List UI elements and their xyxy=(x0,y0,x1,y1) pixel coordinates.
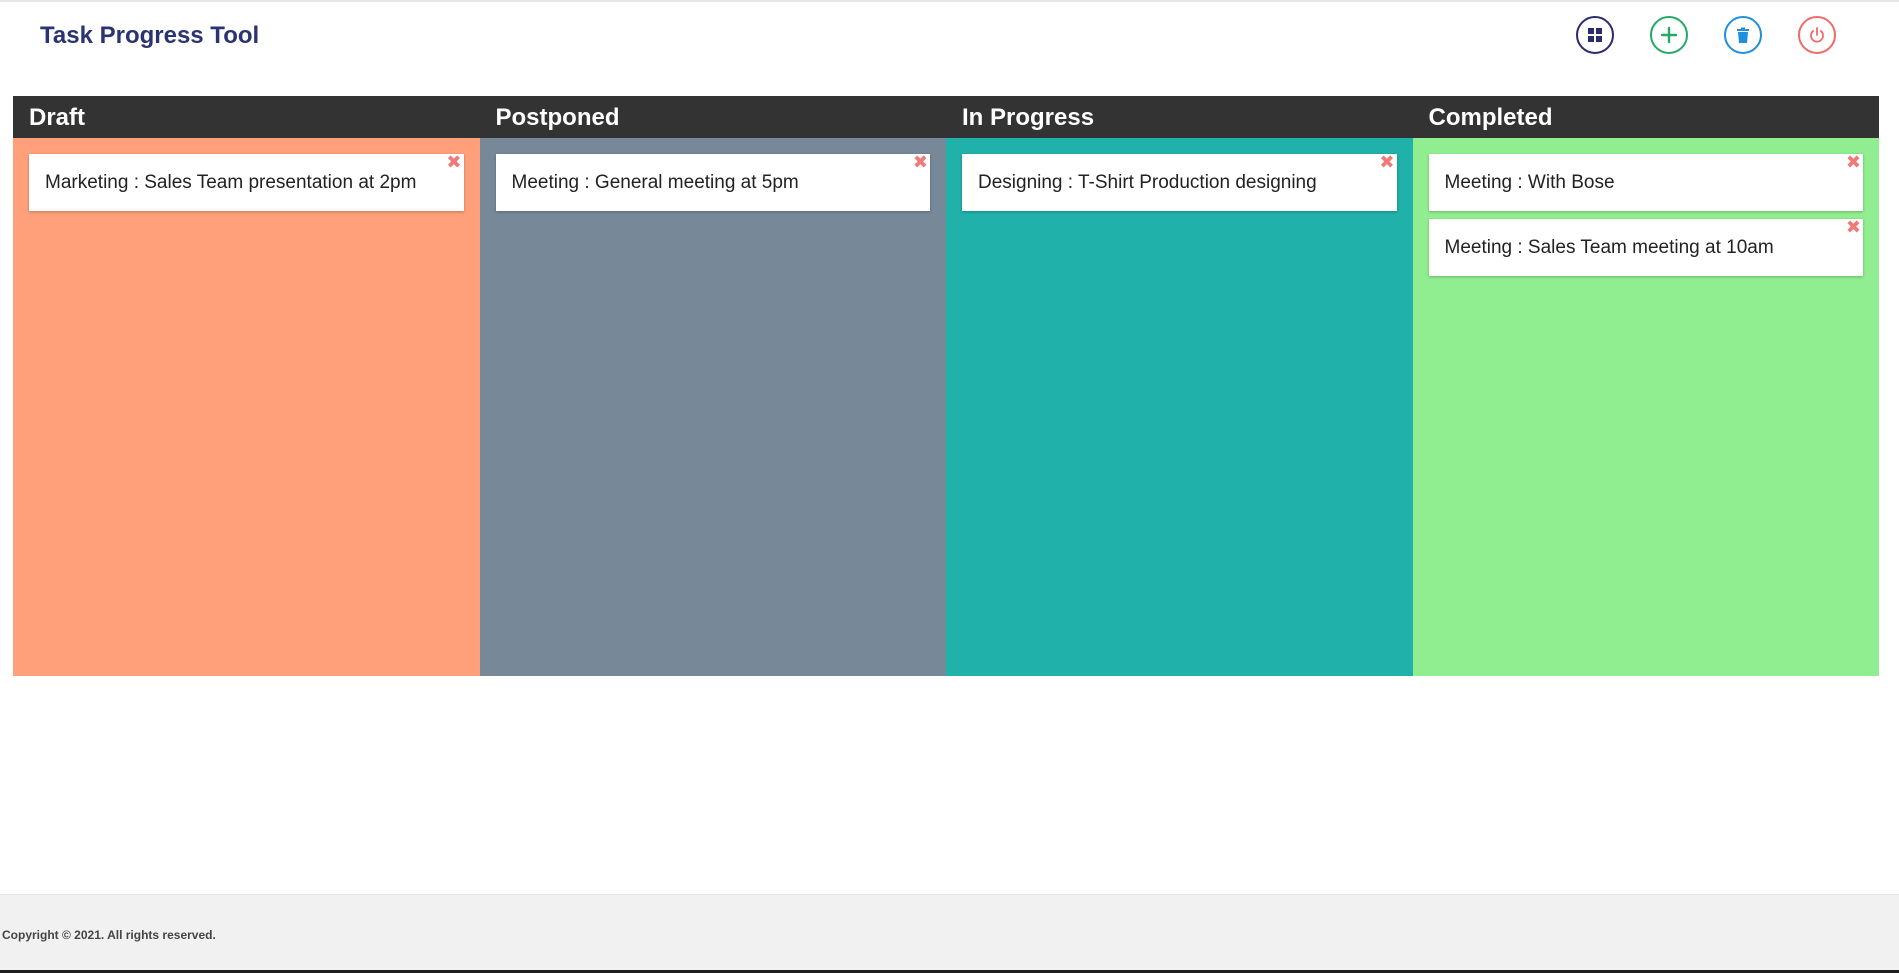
column-header: In Progress xyxy=(946,96,1413,138)
plus-icon xyxy=(1660,26,1678,44)
grid-icon xyxy=(1588,28,1602,42)
dashboard-button[interactable] xyxy=(1576,16,1614,54)
task-card-text: Marketing : Sales Team presentation at 2… xyxy=(45,171,417,193)
delete-button[interactable] xyxy=(1724,16,1762,54)
close-icon[interactable]: ✖ xyxy=(913,152,928,172)
task-card[interactable]: Marketing : Sales Team presentation at 2… xyxy=(29,152,464,211)
task-card[interactable]: Meeting : With Bose ✖ xyxy=(1428,152,1863,211)
column-postponed: Postponed Meeting : General meeting at 5p… xyxy=(479,96,946,676)
task-card[interactable]: Designing : T-Shirt Production designing… xyxy=(962,152,1397,211)
add-task-button[interactable] xyxy=(1650,16,1688,54)
close-icon[interactable]: ✖ xyxy=(446,152,461,172)
close-icon[interactable]: ✖ xyxy=(1846,152,1861,172)
column-header: Completed xyxy=(1412,96,1879,138)
column-draft: Draft Marketing : Sales Team presentation… xyxy=(13,96,480,676)
close-icon[interactable]: ✖ xyxy=(1846,217,1861,237)
task-card-text: Meeting : Sales Team meeting at 10am xyxy=(1444,236,1774,258)
column-body: Meeting : With Bose ✖ Meeting : Sales Team… xyxy=(1412,138,1879,676)
power-icon xyxy=(1810,27,1824,43)
task-card-text: Designing : T-Shirt Production designing xyxy=(978,171,1317,193)
column-body: Meeting : General meeting at 5pm ✖ xyxy=(479,138,946,676)
trash-icon xyxy=(1737,27,1749,43)
task-card[interactable]: Meeting : General meeting at 5pm ✖ xyxy=(495,152,930,211)
task-card-text: Meeting : With Bose xyxy=(1444,171,1615,193)
copyright-text: Copyright © 2021. All rights reserved. xyxy=(2,928,216,942)
task-board: Draft Marketing : Sales Team presentation… xyxy=(13,96,1879,676)
column-header: Draft xyxy=(13,96,480,138)
close-icon[interactable]: ✖ xyxy=(1379,152,1394,172)
logout-button[interactable] xyxy=(1798,16,1836,54)
column-body: Designing : T-Shirt Production designing… xyxy=(946,138,1413,676)
task-card[interactable]: Meeting : Sales Team meeting at 10am ✖ xyxy=(1428,217,1863,276)
footer: Copyright © 2021. All rights reserved. xyxy=(0,894,1899,973)
task-card-text: Meeting : General meeting at 5pm xyxy=(511,171,799,193)
column-in-progress: In Progress Designing : T-Shirt Productio… xyxy=(946,96,1413,676)
column-header: Postponed xyxy=(479,96,946,138)
top-rule xyxy=(0,0,1899,2)
column-completed: Completed Meeting : With Bose ✖ Meeting : S… xyxy=(1412,96,1879,676)
app-title: Task Progress Tool xyxy=(40,22,260,49)
column-body: Marketing : Sales Team presentation at 2… xyxy=(13,138,480,676)
